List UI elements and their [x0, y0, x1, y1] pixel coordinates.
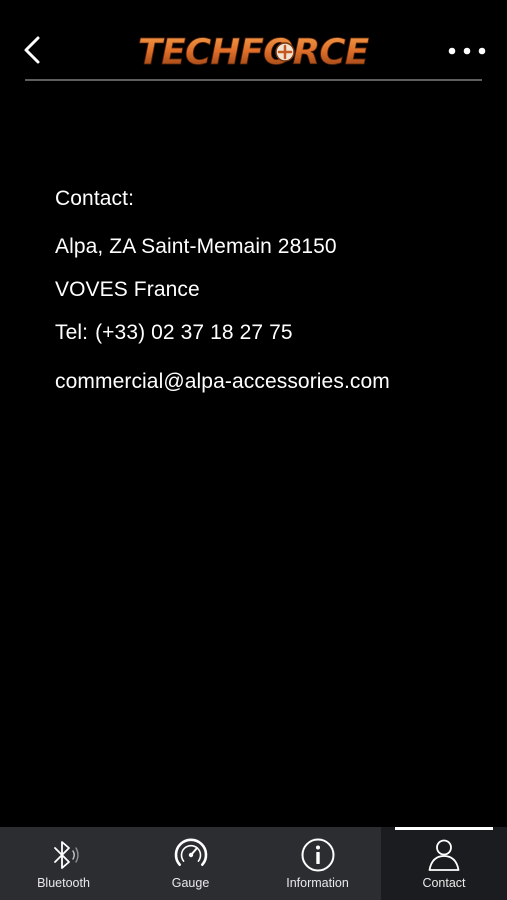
tab-gauge[interactable]: Gauge	[127, 827, 254, 900]
contact-title: Contact:	[55, 187, 135, 210]
tab-information[interactable]: Information	[254, 827, 381, 900]
phone-label: Tel:	[55, 321, 89, 344]
logo-emblem	[275, 42, 295, 62]
tab-contact[interactable]: Contact	[381, 827, 507, 900]
info-icon	[301, 838, 334, 872]
tab-gauge-label: Gauge	[171, 876, 210, 890]
person-icon	[428, 839, 460, 871]
address-line-1: Alpa, ZA Saint-Memain 28150	[55, 235, 337, 258]
header-divider	[25, 79, 482, 81]
more-options-button[interactable]	[445, 38, 489, 64]
tab-bluetooth[interactable]: Bluetooth	[0, 827, 127, 900]
tab-contact-label: Contact	[422, 876, 466, 890]
email-address[interactable]: commercial@alpa-accessories.com	[55, 368, 390, 396]
address-line-2: VOVES France	[55, 278, 200, 301]
ellipsis-icon	[448, 47, 486, 55]
chevron-left-icon	[24, 36, 40, 64]
phone-row: Tel: (+33) 02 37 18 27 75	[55, 319, 293, 347]
tab-bluetooth-label: Bluetooth	[37, 876, 90, 890]
app-header: TECHFORCE	[0, 0, 507, 82]
phone-number[interactable]: (+33) 02 37 18 27 75	[95, 321, 293, 344]
bottom-tab-bar: Bluetooth Gauge Information Contact	[0, 827, 507, 900]
bluetooth-icon	[53, 841, 79, 869]
back-button[interactable]	[14, 30, 50, 70]
gauge-icon	[174, 838, 207, 866]
techforce-logo: TECHFORCE	[137, 32, 371, 73]
tab-information-label: Information	[286, 876, 349, 890]
logo-text: TECHFORCE	[138, 32, 370, 73]
